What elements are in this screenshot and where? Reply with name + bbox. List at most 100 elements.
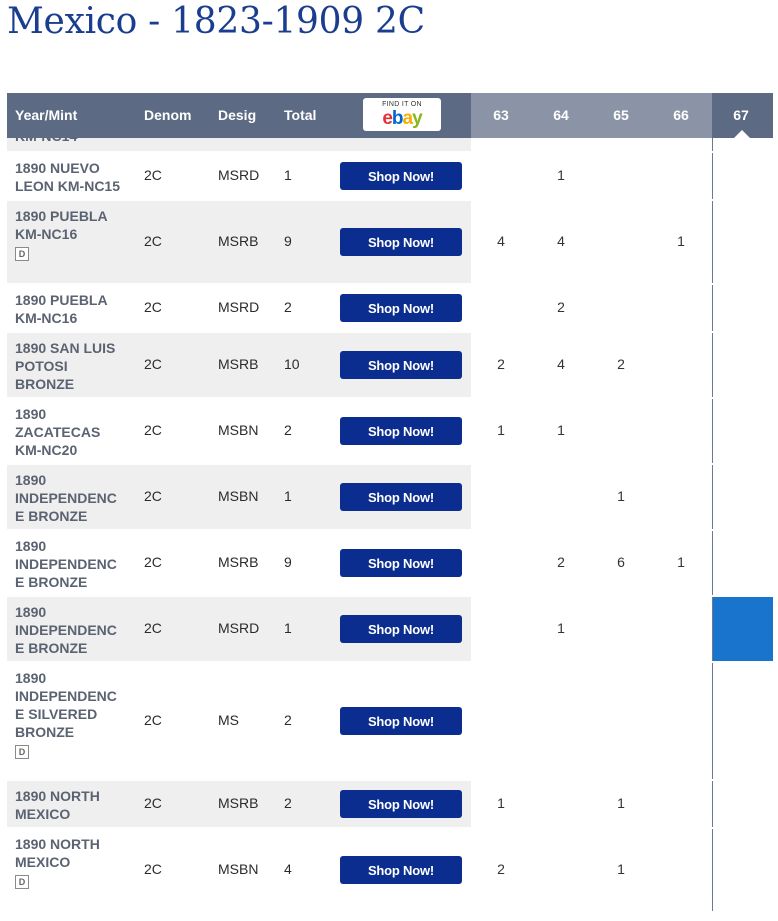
shop-now-button[interactable]: Shop Now! (340, 615, 462, 643)
shop-now-button[interactable]: Shop Now! (340, 790, 462, 818)
year-mint-line: 1890 NORTH (15, 836, 100, 852)
year-mint-line: POTOSI (15, 358, 68, 374)
grade-64-count[interactable]: 1 (541, 620, 581, 636)
year-mint-link[interactable]: 1890 INDEPENDENC E BRONZE (15, 537, 135, 591)
grade-64-count[interactable]: 1 (541, 167, 581, 183)
header-total[interactable]: Total (284, 107, 316, 123)
total-cell: 4 (284, 861, 292, 877)
header-grade-65[interactable]: 65 (601, 107, 641, 123)
total-cell: 1 (284, 488, 292, 504)
ebay-logo[interactable]: FIND IT ON ebay (363, 98, 441, 131)
shop-now-button[interactable]: Shop Now! (340, 294, 462, 322)
header-grade-63[interactable]: 63 (481, 107, 521, 123)
grade-64-count[interactable]: 1 (541, 422, 581, 438)
year-mint-line: 1890 (15, 538, 47, 554)
year-mint-link[interactable]: 1890 INDEPENDENC E BRONZE (15, 603, 135, 657)
grade-67-cell (712, 333, 773, 397)
desig-cell: MS (218, 712, 239, 728)
year-mint-link[interactable]: 1890 ZACATECAS KM-NC20 (15, 405, 135, 459)
year-mint-line: BRONZE (15, 376, 75, 392)
grade-67-cell (712, 531, 773, 595)
year-mint-link[interactable]: 1890 NORTH MEXICO D (15, 835, 135, 889)
year-mint-line: 1890 PUEBLA (15, 292, 108, 308)
page-title: Mexico - 1823-1909 2C (7, 1, 425, 42)
grade-64-count[interactable]: 4 (541, 233, 581, 249)
year-mint-line: INDEPENDENC (15, 556, 117, 572)
desig-cell: MSRB (218, 795, 259, 811)
year-mint-line: BRONZE (15, 724, 75, 740)
grade-66-count[interactable]: 1 (661, 233, 701, 249)
year-mint-line: 1890 NUEVO (15, 160, 100, 176)
header-year-mint[interactable]: Year/Mint (15, 107, 77, 123)
year-mint-link[interactable]: 1890 PUEBLA KM-NC16 (15, 291, 135, 327)
table-row: 1890 ZACATECAS KM-NC20 2C MSBN 2 Shop Now! 1 1 (7, 399, 778, 465)
grade-67-cell (712, 781, 773, 827)
header-grade-66[interactable]: 66 (661, 107, 701, 123)
header-desig[interactable]: Desig (218, 107, 256, 123)
shop-now-button[interactable]: Shop Now! (340, 162, 462, 190)
grade-65-count[interactable]: 1 (601, 795, 641, 811)
desig-cell: MSBN (218, 488, 259, 504)
header-denom[interactable]: Denom (144, 107, 191, 123)
grade-64-count[interactable]: 4 (541, 356, 581, 372)
population-table: KM-NC141890 NUEVOLEON KM-NC152CMSRD1Shop… (0, 93, 778, 921)
grade-65-count[interactable]: 2 (601, 356, 641, 372)
grade-63-count[interactable]: 2 (481, 861, 521, 877)
grade-65-count[interactable]: 1 (601, 488, 641, 504)
table-row: 1890 INDEPENDENC E BRONZE 2C MSRB 9 Shop Now! 2… (7, 531, 778, 597)
denom-cell: 2C (144, 422, 162, 438)
header-grade-67[interactable]: 67 (721, 107, 761, 123)
grade-65-count[interactable]: 1 (601, 861, 641, 877)
year-mint-line: MEXICO (15, 806, 71, 822)
designation-info-icon[interactable]: D (15, 247, 29, 261)
denom-cell: 2C (144, 554, 162, 570)
year-mint-line: LEON KM-NC15 (15, 178, 121, 194)
desig-cell: MSRD (218, 299, 260, 315)
year-mint-line: E BRONZE (15, 574, 88, 590)
shop-now-button[interactable]: Shop Now! (340, 483, 462, 511)
grade-67-highlight (712, 597, 773, 661)
year-mint-link[interactable]: 1890 INDEPENDENC E BRONZE (15, 471, 135, 525)
grade-65-count[interactable]: 6 (601, 554, 641, 570)
year-mint-link[interactable]: 1890 PUEBLA KM-NC16 D (15, 207, 135, 261)
grade-64-count[interactable]: 2 (541, 554, 581, 570)
shop-now-button[interactable]: Shop Now! (340, 856, 462, 884)
grade-67-cell (712, 829, 773, 911)
total-cell: 10 (284, 356, 300, 372)
grade-67-cell (712, 399, 773, 463)
ebay-wordmark: ebay (382, 108, 422, 129)
designation-info-icon[interactable]: D (15, 875, 29, 889)
grade-67-cell (712, 201, 773, 283)
shop-now-button[interactable]: Shop Now! (340, 228, 462, 256)
shop-now-button[interactable]: Shop Now! (340, 549, 462, 577)
grade-63-count[interactable]: 4 (481, 233, 521, 249)
year-mint-link[interactable]: 1890 NORTH MEXICO (15, 787, 135, 823)
grade-67-cell (712, 153, 773, 199)
desig-cell: MSBN (218, 861, 259, 877)
year-mint-link[interactable]: 1890 SAN LUIS POTOSI BRONZE (15, 339, 135, 393)
year-mint-line: 1890 NORTH (15, 788, 100, 804)
total-cell: 2 (284, 299, 292, 315)
grade-66-count[interactable]: 1 (661, 554, 701, 570)
grade-63-count[interactable]: 1 (481, 422, 521, 438)
year-mint-line: INDEPENDENC (15, 622, 117, 638)
designation-info-icon[interactable]: D (15, 745, 29, 759)
grade-63-count[interactable]: 1 (481, 795, 521, 811)
denom-cell: 2C (144, 167, 162, 183)
grade-64-count[interactable]: 2 (541, 299, 581, 315)
grade-63-count[interactable]: 2 (481, 356, 521, 372)
table-row: 1890 NORTH MEXICO D 2C MSBN 4 Shop Now! 2 1 (7, 829, 778, 913)
shop-now-button[interactable]: Shop Now! (340, 417, 462, 445)
table-row: 1890 PUEBLA KM-NC16 D 2C MSRB 9 Shop Now! 4 4 1 (7, 201, 778, 285)
year-mint-link[interactable]: 1890 NUEVO LEON KM-NC15 (15, 159, 135, 195)
table-row: 1890 NUEVO LEON KM-NC15 2C MSRD 1 Shop Now! 1 (7, 153, 778, 201)
year-mint-line: INDEPENDENC (15, 490, 117, 506)
year-mint-link[interactable]: 1890 INDEPENDENC E SILVERED BRONZE D (15, 669, 135, 759)
shop-now-button[interactable]: Shop Now! (340, 351, 462, 379)
shop-now-button[interactable]: Shop Now! (340, 707, 462, 735)
table-row: 1890 PUEBLA KM-NC16 2C MSRD 2 Shop Now! 2 (7, 285, 778, 333)
grade-67-cell (712, 465, 773, 529)
year-mint-line: ZACATECAS (15, 424, 101, 440)
desig-cell: MSBN (218, 422, 259, 438)
header-grade-64[interactable]: 64 (541, 107, 581, 123)
